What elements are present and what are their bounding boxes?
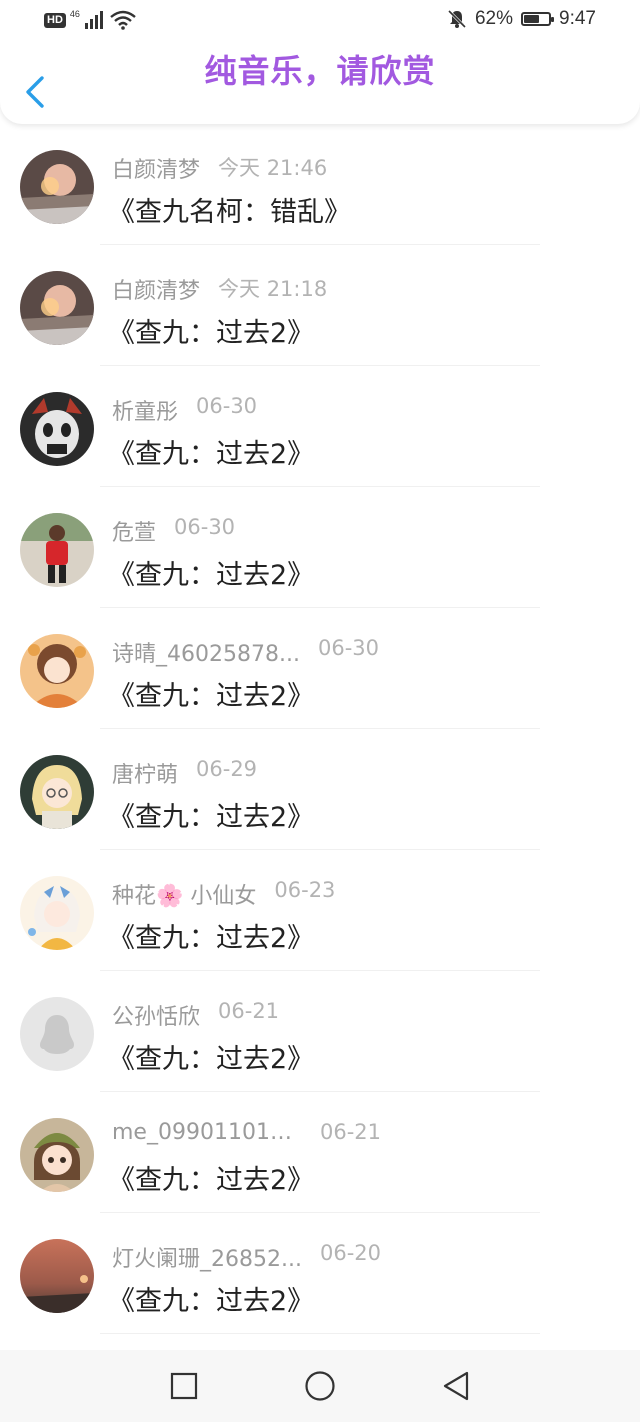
list-item[interactable]: 灯火阑珊_26852... 06-20 《查九：过去2》 (0, 1213, 640, 1334)
list-item[interactable]: 公孙恬欣 06-21 《查九：过去2》 (0, 971, 640, 1092)
square-icon (170, 1372, 198, 1400)
triangle-back-icon (443, 1371, 469, 1401)
item-meta: 唐柠萌 06-29 (112, 757, 258, 788)
post-time: 今天 21:46 (218, 156, 328, 180)
item-meta: 危萱 06-30 (112, 515, 236, 546)
list-item[interactable]: 危萱 06-30 《查九：过去2》 (0, 487, 640, 608)
user-name[interactable]: 唐柠萌 (112, 757, 178, 789)
item-meta: 析童彤 06-30 (112, 394, 258, 425)
status-bar: HD 46 62% 9:47 (0, 0, 640, 44)
song-title[interactable]: 《查九：过去2》 (108, 432, 314, 471)
user-name[interactable]: 灯火阑珊_26852... (112, 1241, 302, 1273)
post-time: 06-29 (196, 757, 258, 781)
bell-muted-icon (447, 9, 467, 29)
list-item[interactable]: 析童彤 06-30 《查九：过去2》 (0, 366, 640, 487)
user-name[interactable]: 白颜清梦 (112, 273, 200, 305)
post-time: 06-30 (317, 636, 379, 660)
status-left: HD 46 (44, 9, 136, 30)
post-time: 06-21 (218, 999, 280, 1023)
song-title[interactable]: 《查九：过去2》 (108, 795, 314, 834)
app-header: HD 46 62% 9:47 纯音乐，请欣赏 (0, 0, 640, 124)
wifi-icon (110, 10, 136, 30)
song-title[interactable]: 《查九名柯：错乱》 (108, 190, 351, 229)
user-name[interactable]: me_099011018... (112, 1120, 302, 1145)
divider (100, 1333, 540, 1334)
user-name[interactable]: 种花🌸 小仙女 (112, 878, 256, 910)
status-right: 62% 9:47 (447, 8, 596, 30)
song-title[interactable]: 《查九：过去2》 (108, 1037, 314, 1076)
song-title[interactable]: 《查九：过去2》 (108, 553, 314, 592)
list-item[interactable]: 唐柠萌 06-29 《查九：过去2》 (0, 729, 640, 850)
clock: 9:47 (559, 8, 596, 29)
post-time: 06-20 (319, 1241, 381, 1265)
song-title[interactable]: 《查九：过去2》 (108, 674, 314, 713)
song-title[interactable]: 《查九：过去2》 (108, 1158, 314, 1197)
avatar[interactable] (20, 997, 94, 1071)
item-meta: 公孙恬欣 06-21 (112, 999, 280, 1030)
item-meta: 诗晴_46025878... 06-30 (112, 636, 379, 667)
post-time: 06-30 (196, 394, 258, 418)
avatar[interactable] (20, 1239, 94, 1313)
hd-badge: HD (44, 12, 66, 28)
item-meta: 白颜清梦 今天 21:18 (112, 273, 328, 304)
avatar[interactable] (20, 392, 94, 466)
item-meta: 白颜清梦 今天 21:46 (112, 152, 328, 183)
post-time: 06-23 (274, 878, 336, 902)
user-name[interactable]: 析童彤 (112, 394, 178, 426)
battery-icon (521, 12, 555, 26)
item-meta: me_099011018... 06-21 (112, 1120, 381, 1148)
avatar[interactable] (20, 876, 94, 950)
user-name[interactable]: 白颜清梦 (112, 152, 200, 184)
list-item[interactable]: 种花🌸 小仙女 06-23 《查九：过去2》 (0, 850, 640, 971)
song-title[interactable]: 《查九：过去2》 (108, 311, 314, 350)
song-title[interactable]: 《查九：过去2》 (108, 916, 314, 955)
network-type: 46 (69, 9, 80, 19)
item-meta: 种花🌸 小仙女 06-23 (112, 878, 336, 909)
post-time: 06-30 (174, 515, 236, 539)
battery-fill (524, 15, 539, 23)
avatar[interactable] (20, 1118, 94, 1192)
circle-home-icon (305, 1371, 335, 1401)
avatar[interactable] (20, 755, 94, 829)
list-item[interactable]: me_099011018... 06-21 《查九：过去2》 (0, 1092, 640, 1213)
item-meta: 灯火阑珊_26852... 06-20 (112, 1241, 381, 1272)
avatar[interactable] (20, 513, 94, 587)
battery-percent: 62% (474, 8, 514, 29)
comment-list: 白颜清梦 今天 21:46 《查九名柯：错乱》 白颜清梦 今天 21:18 《查九：… (0, 124, 640, 1334)
list-item[interactable]: 白颜清梦 今天 21:18 《查九：过去2》 (0, 245, 640, 366)
post-time: 今天 21:18 (218, 277, 328, 301)
recent-apps-button[interactable] (164, 1366, 204, 1406)
avatar[interactable] (20, 634, 94, 708)
user-name[interactable]: 诗晴_46025878... (112, 636, 300, 668)
post-time: 06-21 (320, 1120, 382, 1144)
user-name[interactable]: 公孙恬欣 (112, 999, 200, 1031)
home-button[interactable] (300, 1366, 340, 1406)
system-navbar (0, 1350, 640, 1422)
user-name[interactable]: 危萱 (112, 515, 156, 547)
list-item[interactable]: 诗晴_46025878... 06-30 《查九：过去2》 (0, 608, 640, 729)
page-title: 纯音乐，请欣赏 (204, 52, 436, 90)
avatar[interactable] (20, 150, 94, 224)
signal-icon (84, 11, 103, 29)
avatar[interactable] (20, 271, 94, 345)
list-item[interactable]: 白颜清梦 今天 21:46 《查九名柯：错乱》 (0, 124, 640, 245)
song-title[interactable]: 《查九：过去2》 (108, 1279, 314, 1318)
back-nav-button[interactable] (436, 1366, 476, 1406)
